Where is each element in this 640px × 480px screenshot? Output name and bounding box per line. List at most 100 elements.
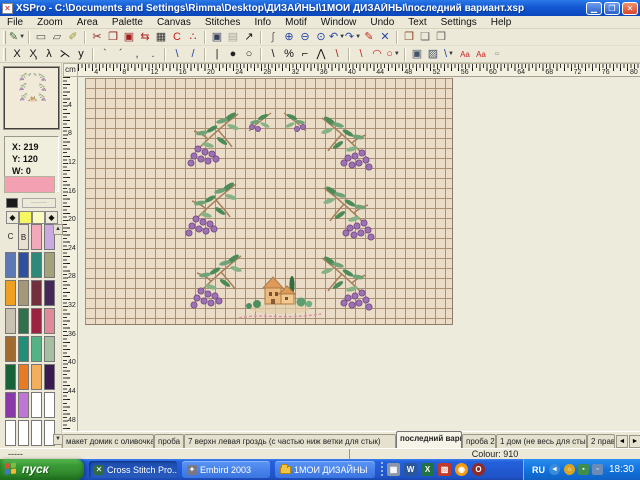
word-icon[interactable]: W bbox=[404, 463, 417, 476]
rotate-button[interactable]: C bbox=[169, 30, 185, 45]
excel-icon[interactable]: X bbox=[421, 463, 434, 476]
taskbar-button[interactable]: ✕Cross Stitch Pro... bbox=[89, 461, 177, 478]
menu-zoom[interactable]: Zoom bbox=[30, 16, 70, 29]
network-icon[interactable]: ▫ bbox=[592, 464, 603, 475]
design-preview[interactable] bbox=[4, 67, 59, 129]
palette-swatch[interactable] bbox=[5, 364, 16, 390]
polygon-select-button[interactable]: ▱ bbox=[49, 30, 65, 45]
palette-swatch[interactable] bbox=[18, 364, 29, 390]
thread-button[interactable]: ∫ bbox=[265, 30, 281, 45]
straight-stitch-button[interactable]: | bbox=[209, 47, 225, 62]
picasa-icon[interactable]: ◉ bbox=[455, 463, 468, 476]
palette-swatch[interactable] bbox=[18, 308, 29, 334]
design-tab[interactable]: 1 дом (не весь для стыковки) bbox=[496, 434, 587, 448]
menu-area[interactable]: Area bbox=[70, 16, 105, 29]
palette-swatch[interactable] bbox=[44, 364, 55, 390]
palette-swatch[interactable] bbox=[18, 252, 29, 278]
three-quarter-stitch-button[interactable]: Ҳ bbox=[25, 47, 41, 62]
antivirus-icon[interactable]: ▪ bbox=[578, 464, 589, 475]
palette-swatch[interactable] bbox=[18, 392, 29, 418]
delete-button[interactable]: ✕ bbox=[377, 30, 393, 45]
taskbar-button[interactable]: 1МОИ ДИЗАЙНЫ bbox=[275, 461, 375, 478]
palette-swatch[interactable] bbox=[31, 224, 42, 250]
design-tab[interactable]: 7 верхн левая гроздь (с частью ниж ветки… bbox=[184, 434, 396, 448]
print-button[interactable]: ▤ bbox=[225, 30, 241, 45]
menu-settings[interactable]: Settings bbox=[434, 16, 484, 29]
palette-swatch[interactable] bbox=[44, 252, 55, 278]
special-stitch-1-button[interactable]: \ bbox=[265, 47, 281, 62]
redo-button[interactable]: ↷▼ bbox=[345, 30, 361, 45]
palette-swatch[interactable] bbox=[31, 392, 42, 418]
backstitch-left-button[interactable]: \ bbox=[169, 47, 185, 62]
design-tab[interactable]: 2 правая ниж гр bbox=[587, 434, 615, 448]
menu-window[interactable]: Window bbox=[314, 16, 364, 29]
freehand-select-button[interactable]: ✐ bbox=[65, 30, 81, 45]
curve-stitch-1-button[interactable]: \ bbox=[353, 47, 369, 62]
half-stitch-left-button[interactable]: λ bbox=[41, 47, 57, 62]
edit-pen-button[interactable]: ✎ bbox=[361, 30, 377, 45]
petite-stitch-2-button[interactable]: ´ bbox=[113, 47, 129, 62]
text-small-button[interactable]: Aa bbox=[457, 47, 473, 62]
palette-swatch[interactable] bbox=[5, 420, 16, 446]
rect-select-button[interactable]: ▭ bbox=[33, 30, 49, 45]
palette-swatch[interactable] bbox=[5, 392, 16, 418]
doc-import-button[interactable]: ❐ bbox=[401, 30, 417, 45]
french-knot-open-button[interactable]: ○ bbox=[241, 47, 257, 62]
start-button[interactable]: пуск bbox=[0, 459, 84, 480]
palette-scroll-up[interactable]: ▲ bbox=[53, 224, 63, 235]
opera-icon[interactable]: O bbox=[472, 463, 485, 476]
blend-left-button[interactable]: ◆ bbox=[6, 211, 19, 224]
gold-app-icon[interactable]: ☼ bbox=[564, 464, 575, 475]
special-stitch-2-button[interactable]: % bbox=[281, 47, 297, 62]
menu-help[interactable]: Help bbox=[484, 16, 519, 29]
close-button[interactable]: ✕ bbox=[622, 2, 638, 15]
pattern-fill-button[interactable]: ▦ bbox=[153, 30, 169, 45]
calculator-icon[interactable]: ▦ bbox=[387, 463, 400, 476]
doc-export-button[interactable]: ❒ bbox=[433, 30, 449, 45]
palette-blend-swatch[interactable]: B bbox=[18, 224, 29, 250]
doc-new-button[interactable]: ❏ bbox=[417, 30, 433, 45]
palette-swatch[interactable] bbox=[31, 336, 42, 362]
current-color-swatch[interactable] bbox=[4, 176, 55, 193]
menu-stitches[interactable]: Stitches bbox=[198, 16, 248, 29]
palette-swatch[interactable] bbox=[31, 420, 42, 446]
zoom-in-button[interactable]: ⊕ bbox=[281, 30, 297, 45]
menu-palette[interactable]: Palette bbox=[105, 16, 150, 29]
bead-button[interactable]: ○▼ bbox=[385, 47, 401, 62]
stitch-canvas[interactable] bbox=[85, 78, 453, 325]
palette-swatch[interactable] bbox=[31, 364, 42, 390]
palette-swatch[interactable] bbox=[5, 336, 16, 362]
palette-swatch[interactable] bbox=[31, 252, 42, 278]
menu-canvas[interactable]: Canvas bbox=[150, 16, 198, 29]
full-stitch-button[interactable]: X bbox=[9, 47, 25, 62]
menu-info[interactable]: Info bbox=[247, 16, 278, 29]
motif-1-button[interactable]: ▣ bbox=[409, 47, 425, 62]
petite-stitch-3-button[interactable]: , bbox=[129, 47, 145, 62]
palette-swatch[interactable] bbox=[5, 280, 16, 306]
dotted-select-button[interactable]: ▫ bbox=[489, 47, 505, 62]
black-color-swatch[interactable] bbox=[6, 198, 18, 208]
french-knot-filled-button[interactable]: ● bbox=[225, 47, 241, 62]
palette-swatch[interactable] bbox=[18, 420, 29, 446]
palette-options-button[interactable]: ········ bbox=[22, 198, 56, 208]
restore-button[interactable]: ❐ bbox=[604, 2, 620, 15]
design-tab[interactable]: последний вариант bbox=[396, 431, 462, 448]
design-tab[interactable]: макет домик с оливочками bbox=[62, 434, 154, 448]
mirror-button[interactable]: ⇆ bbox=[137, 30, 153, 45]
special-stitch-4-button[interactable]: ⋀ bbox=[313, 47, 329, 62]
zoom-area-button[interactable]: ⊙ bbox=[313, 30, 329, 45]
backstitch-right-button[interactable]: / bbox=[185, 47, 201, 62]
palette-swatch[interactable] bbox=[18, 336, 29, 362]
palette-swatch[interactable] bbox=[31, 308, 42, 334]
petite-stitch-1-button[interactable]: ` bbox=[97, 47, 113, 62]
palette-swatch[interactable] bbox=[31, 280, 42, 306]
language-indicator[interactable]: RU bbox=[532, 465, 545, 475]
quarter-stitch-button[interactable]: y bbox=[73, 47, 89, 62]
zoom-out-button[interactable]: ⊖ bbox=[297, 30, 313, 45]
petite-stitch-4-button[interactable]: . bbox=[145, 47, 161, 62]
menu-file[interactable]: File bbox=[0, 16, 30, 29]
tab-scroll-right[interactable]: ► bbox=[629, 435, 640, 448]
special-stitch-5-button[interactable]: \ bbox=[329, 47, 345, 62]
minimize-button[interactable]: ▁ bbox=[586, 2, 602, 15]
half-stitch-right-button[interactable]: ⋋ bbox=[57, 47, 73, 62]
